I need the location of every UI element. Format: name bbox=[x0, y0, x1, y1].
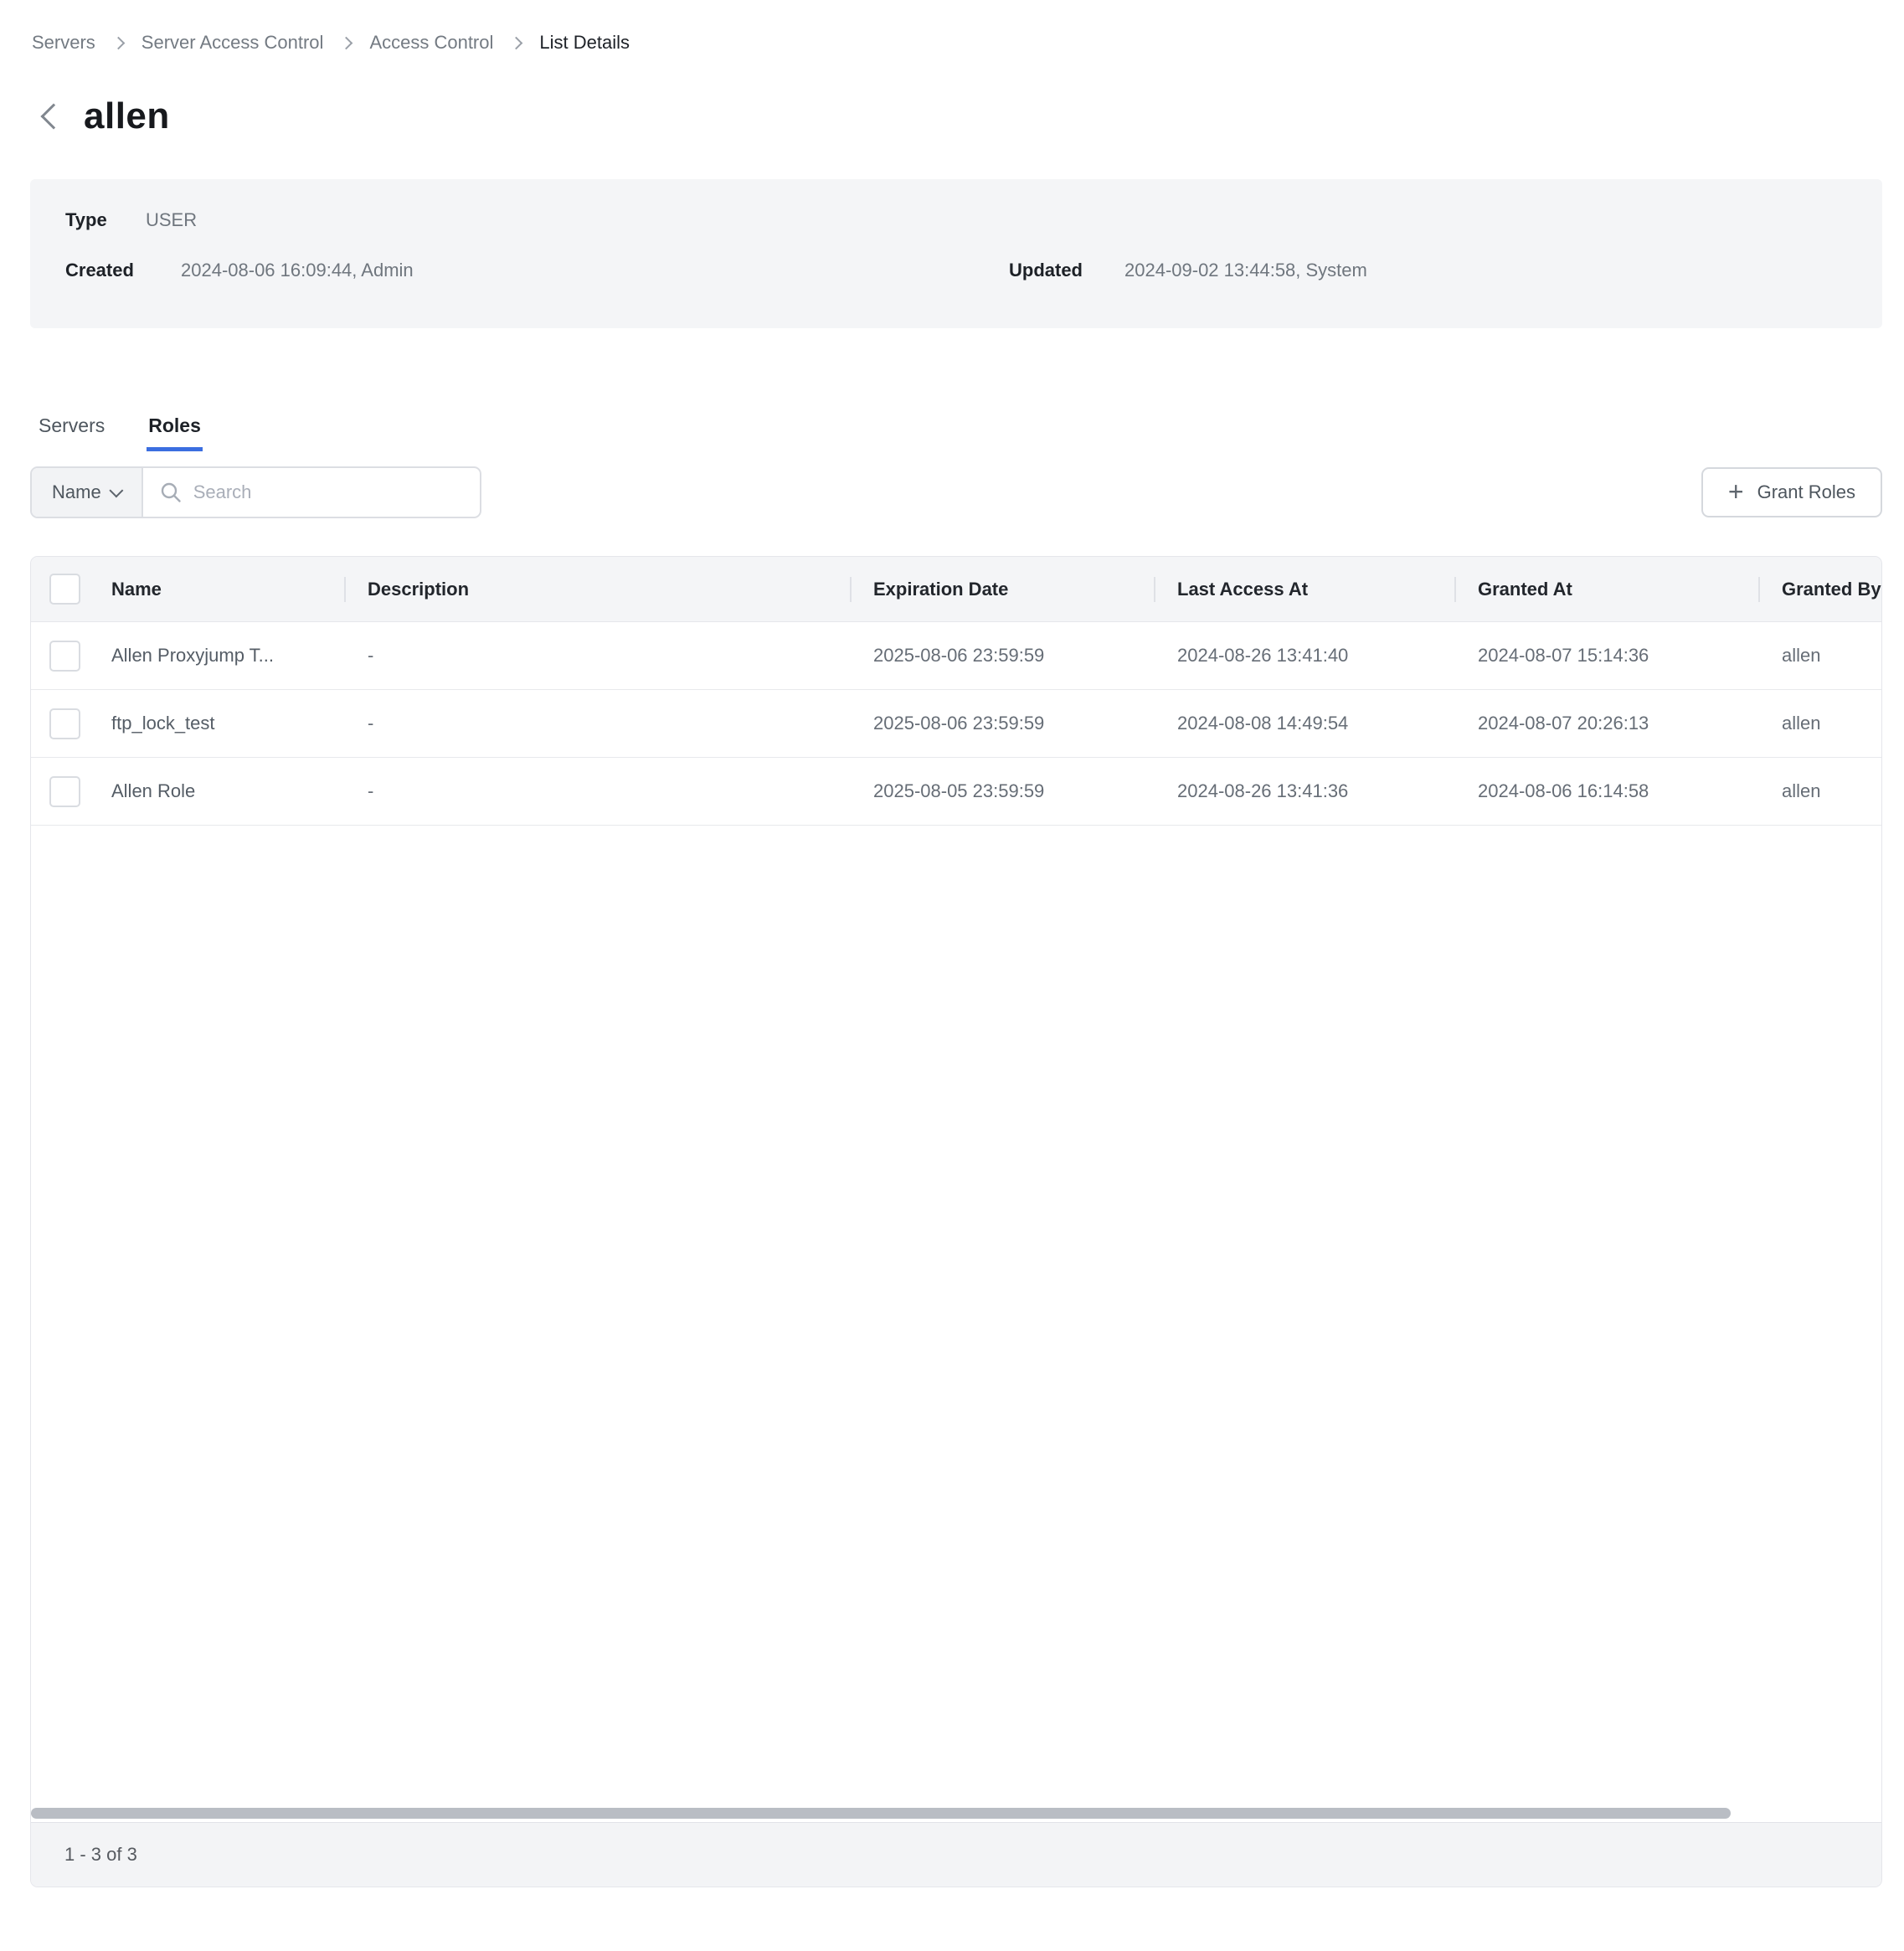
search-input[interactable] bbox=[193, 481, 463, 503]
info-type: Type USER bbox=[65, 208, 1009, 233]
filter-row: Name + Grant Roles bbox=[30, 466, 1882, 518]
column-header-expiration-date: Expiration Date bbox=[850, 557, 1154, 621]
cell-last-access-at: 2024-08-26 13:41:40 bbox=[1154, 622, 1454, 689]
table-row[interactable]: Allen Role - 2025-08-05 23:59:59 2024-08… bbox=[31, 758, 1881, 826]
column-header-granted-by: Granted By bbox=[1758, 557, 1881, 621]
tab-bar: Servers Roles bbox=[30, 412, 1874, 451]
breadcrumb-item-server-access-control[interactable]: Server Access Control bbox=[142, 30, 324, 55]
row-checkbox-cell bbox=[31, 690, 88, 757]
table-scroll-area: Name Description Expiration Date Last Ac… bbox=[31, 557, 1881, 1822]
chevron-right-icon bbox=[340, 36, 353, 49]
cell-description: - bbox=[344, 690, 850, 757]
horizontal-scrollbar bbox=[31, 1806, 1881, 1820]
info-created-label: Created bbox=[65, 258, 181, 283]
table-row[interactable]: Allen Proxyjump T... - 2025-08-06 23:59:… bbox=[31, 622, 1881, 690]
tab-servers[interactable]: Servers bbox=[37, 412, 106, 451]
info-updated-label: Updated bbox=[1009, 258, 1124, 283]
column-header-last-access-at: Last Access At bbox=[1154, 557, 1454, 621]
table-header-row: Name Description Expiration Date Last Ac… bbox=[31, 557, 1881, 622]
cell-description: - bbox=[344, 622, 850, 689]
chevron-left-icon bbox=[40, 103, 66, 129]
info-created-value: 2024-08-06 16:09:44, Admin bbox=[181, 258, 414, 283]
search-field-selector[interactable]: Name bbox=[32, 468, 143, 517]
cell-last-access-at: 2024-08-26 13:41:36 bbox=[1154, 758, 1454, 825]
table-footer: 1 - 3 of 3 bbox=[31, 1822, 1881, 1887]
breadcrumb-item-access-control[interactable]: Access Control bbox=[369, 30, 493, 55]
cell-name: Allen Role bbox=[88, 758, 344, 825]
tab-roles[interactable]: Roles bbox=[147, 412, 203, 451]
cell-last-access-at: 2024-08-08 14:49:54 bbox=[1154, 690, 1454, 757]
column-header-name: Name bbox=[88, 557, 344, 621]
row-checkbox[interactable] bbox=[49, 776, 80, 807]
column-header-granted-at: Granted At bbox=[1454, 557, 1758, 621]
breadcrumb: Servers Server Access Control Access Con… bbox=[30, 30, 1874, 55]
row-checkbox[interactable] bbox=[49, 708, 80, 739]
chevron-down-icon bbox=[109, 483, 123, 497]
cell-granted-at: 2024-08-06 16:14:58 bbox=[1454, 758, 1758, 825]
info-type-value: USER bbox=[146, 208, 197, 233]
back-button[interactable] bbox=[32, 98, 69, 135]
info-updated: Updated 2024-09-02 13:44:58, System bbox=[1009, 258, 1847, 283]
cell-expiration-date: 2025-08-05 23:59:59 bbox=[850, 758, 1154, 825]
page: Servers Server Access Control Access Con… bbox=[0, 0, 1904, 1887]
search-filter-group: Name bbox=[30, 466, 481, 518]
grant-roles-label: Grant Roles bbox=[1757, 481, 1855, 503]
page-title: allen bbox=[84, 95, 170, 137]
chevron-right-icon bbox=[112, 36, 126, 49]
plus-icon: + bbox=[1728, 478, 1744, 505]
info-updated-value: 2024-09-02 13:44:58, System bbox=[1124, 258, 1367, 283]
cell-name: Allen Proxyjump T... bbox=[88, 622, 344, 689]
row-checkbox-cell bbox=[31, 622, 88, 689]
cell-expiration-date: 2025-08-06 23:59:59 bbox=[850, 622, 1154, 689]
title-row: allen bbox=[30, 90, 1874, 142]
cell-granted-at: 2024-08-07 20:26:13 bbox=[1454, 690, 1758, 757]
search-icon bbox=[160, 481, 182, 503]
select-all-checkbox[interactable] bbox=[49, 574, 80, 605]
table-row[interactable]: ftp_lock_test - 2025-08-06 23:59:59 2024… bbox=[31, 690, 1881, 758]
row-checkbox[interactable] bbox=[49, 641, 80, 672]
cell-expiration-date: 2025-08-06 23:59:59 bbox=[850, 690, 1154, 757]
roles-table: Name Description Expiration Date Last Ac… bbox=[30, 556, 1882, 1887]
info-created: Created 2024-08-06 16:09:44, Admin bbox=[65, 258, 1009, 283]
info-card: Type USER Created 2024-08-06 16:09:44, A… bbox=[30, 179, 1882, 328]
cell-granted-at: 2024-08-07 15:14:36 bbox=[1454, 622, 1758, 689]
chevron-right-icon bbox=[510, 36, 523, 49]
header-checkbox-cell bbox=[31, 557, 88, 621]
info-type-label: Type bbox=[65, 208, 146, 233]
cell-granted-by: allen bbox=[1758, 690, 1881, 757]
horizontal-scrollbar-thumb[interactable] bbox=[31, 1808, 1731, 1819]
grant-roles-button[interactable]: + Grant Roles bbox=[1701, 467, 1882, 517]
cell-granted-by: allen bbox=[1758, 622, 1881, 689]
cell-description: - bbox=[344, 758, 850, 825]
info-spacer bbox=[1009, 208, 1847, 233]
row-checkbox-cell bbox=[31, 758, 88, 825]
column-header-description: Description bbox=[344, 557, 850, 621]
breadcrumb-item-servers[interactable]: Servers bbox=[32, 30, 95, 55]
breadcrumb-item-list-details: List Details bbox=[539, 30, 630, 55]
cell-name: ftp_lock_test bbox=[88, 690, 344, 757]
search-field-selector-value: Name bbox=[52, 481, 101, 503]
cell-granted-by: allen bbox=[1758, 758, 1881, 825]
pagination-summary: 1 - 3 of 3 bbox=[64, 1844, 137, 1866]
search-box bbox=[143, 468, 480, 517]
